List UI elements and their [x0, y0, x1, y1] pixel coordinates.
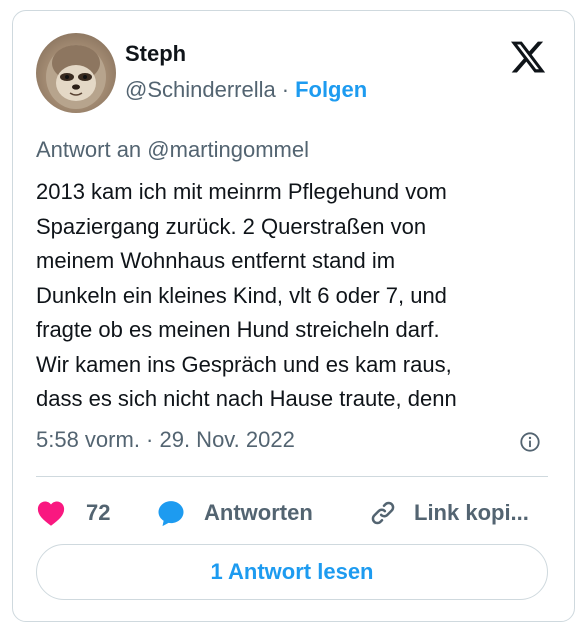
- handle-separator: ·: [281, 77, 290, 102]
- tweet-text: 2013 kam ich mit meinrm Pflegehund vom S…: [36, 179, 457, 411]
- follow-button[interactable]: Folgen: [295, 77, 367, 103]
- reply-button[interactable]: Antworten: [156, 498, 368, 528]
- like-button[interactable]: 72: [36, 499, 156, 527]
- like-count: 72: [86, 500, 111, 525]
- read-replies-button[interactable]: 1 Antwort lesen: [36, 544, 548, 600]
- info-icon[interactable]: [519, 431, 541, 453]
- author-handle-row: @Schinderrella · Folgen: [125, 77, 367, 103]
- divider: [36, 476, 548, 477]
- reply-bubble-icon: [158, 501, 184, 527]
- action-bar: 72 Antworten Link kopi...: [36, 495, 552, 531]
- author-handle[interactable]: @Schinderrella: [125, 77, 276, 103]
- author-name[interactable]: Steph: [125, 41, 186, 67]
- avatar[interactable]: [36, 33, 116, 113]
- sloth-avatar-image: [46, 45, 106, 109]
- tweet-card: Steph @Schinderrella · Folgen Antwort an…: [12, 10, 575, 622]
- reply-to-label[interactable]: Antwort an @martingommel: [36, 137, 309, 163]
- link-icon: [371, 501, 395, 525]
- tweet-timestamp[interactable]: 5:58 vorm. · 29. Nov. 2022: [36, 427, 295, 453]
- copy-link-button[interactable]: Link kopi...: [368, 498, 529, 528]
- reply-label: Antworten: [204, 500, 313, 525]
- copy-link-label: Link kopi...: [414, 500, 529, 525]
- heart-icon: [37, 501, 65, 526]
- x-logo-icon[interactable]: [509, 38, 547, 76]
